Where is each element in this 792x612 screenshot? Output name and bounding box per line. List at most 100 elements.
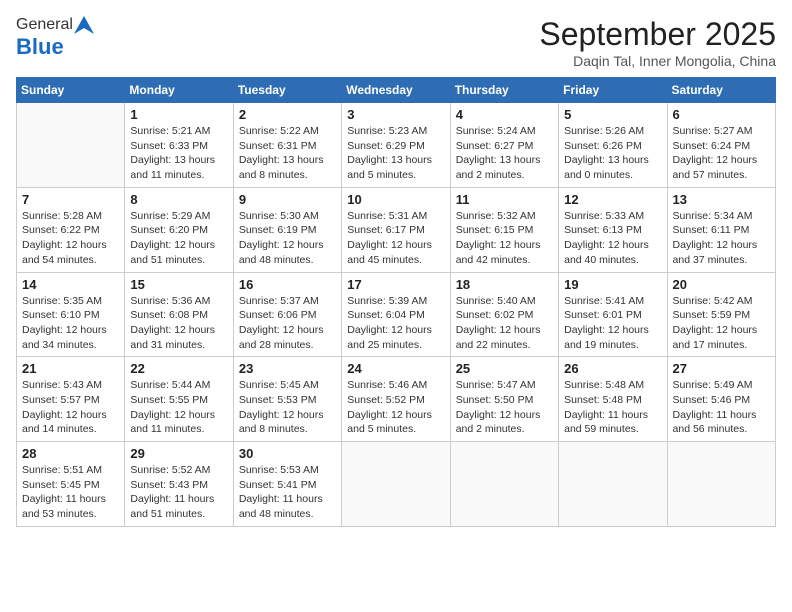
calendar-cell: 9 Sunrise: 5:30 AM Sunset: 6:19 PM Daylig… xyxy=(233,187,341,272)
calendar-cell: 18Sunrise: 5:40 AM Sunset: 6:02 PM Dayli… xyxy=(450,272,558,357)
calendar-cell: 11 Sunrise: 5:32 AM Sunset: 6:15 PM Dayli… xyxy=(450,187,558,272)
logo-blue-text: Blue xyxy=(16,34,64,60)
calendar-cell: 1 Sunrise: 5:21 AM Sunset: 6:33 PM Daylig… xyxy=(125,103,233,188)
calendar-week-row: 1 Sunrise: 5:21 AM Sunset: 6:33 PM Daylig… xyxy=(17,103,776,188)
calendar-cell xyxy=(450,442,558,527)
day-info: Sunrise: 5:22 AM Sunset: 6:31 PM Dayligh… xyxy=(239,124,336,183)
day-number: 8 xyxy=(130,192,227,207)
calendar-cell: 2 Sunrise: 5:22 AM Sunset: 6:31 PM Daylig… xyxy=(233,103,341,188)
day-info: Sunrise: 5:32 AM Sunset: 6:15 PM Dayligh… xyxy=(456,209,553,268)
day-number: 4 xyxy=(456,107,553,122)
day-info: Sunrise: 5:24 AM Sunset: 6:27 PM Dayligh… xyxy=(456,124,553,183)
calendar-cell: 27Sunrise: 5:49 AM Sunset: 5:46 PM Dayli… xyxy=(667,357,775,442)
calendar-cell: 26 Sunrise: 5:48 AM Sunset: 5:48 PM Dayli… xyxy=(559,357,667,442)
calendar-cell: 8 Sunrise: 5:29 AM Sunset: 6:20 PM Daylig… xyxy=(125,187,233,272)
calendar-cell: 23 Sunrise: 5:45 AM Sunset: 5:53 PM Dayli… xyxy=(233,357,341,442)
calendar-cell: 17Sunrise: 5:39 AM Sunset: 6:04 PM Dayli… xyxy=(342,272,450,357)
day-info: Sunrise: 5:48 AM Sunset: 5:48 PM Dayligh… xyxy=(564,378,661,437)
calendar-cell: 12 Sunrise: 5:33 AM Sunset: 6:13 PM Dayli… xyxy=(559,187,667,272)
day-info: Sunrise: 5:33 AM Sunset: 6:13 PM Dayligh… xyxy=(564,209,661,268)
day-info: Sunrise: 5:41 AM Sunset: 6:01 PM Dayligh… xyxy=(564,294,661,353)
calendar-cell: 25 Sunrise: 5:47 AM Sunset: 5:50 PM Dayli… xyxy=(450,357,558,442)
day-info: Sunrise: 5:46 AM Sunset: 5:52 PM Dayligh… xyxy=(347,378,444,437)
day-info: Sunrise: 5:21 AM Sunset: 6:33 PM Dayligh… xyxy=(130,124,227,183)
day-number: 3 xyxy=(347,107,444,122)
day-number: 26 xyxy=(564,361,661,376)
calendar-cell xyxy=(342,442,450,527)
logo-bird-icon xyxy=(74,16,94,34)
day-info: Sunrise: 5:39 AM Sunset: 6:04 PM Dayligh… xyxy=(347,294,444,353)
calendar-cell: 10Sunrise: 5:31 AM Sunset: 6:17 PM Dayli… xyxy=(342,187,450,272)
day-number: 6 xyxy=(673,107,770,122)
calendar-week-row: 14 Sunrise: 5:35 AM Sunset: 6:10 PM Dayli… xyxy=(17,272,776,357)
day-number: 23 xyxy=(239,361,336,376)
day-number: 27 xyxy=(673,361,770,376)
calendar-header-row: SundayMondayTuesdayWednesdayThursdayFrid… xyxy=(17,78,776,103)
day-info: Sunrise: 5:27 AM Sunset: 6:24 PM Dayligh… xyxy=(673,124,770,183)
day-info: Sunrise: 5:43 AM Sunset: 5:57 PM Dayligh… xyxy=(22,378,119,437)
day-number: 2 xyxy=(239,107,336,122)
calendar-cell: 3 Sunrise: 5:23 AM Sunset: 6:29 PM Daylig… xyxy=(342,103,450,188)
day-info: Sunrise: 5:35 AM Sunset: 6:10 PM Dayligh… xyxy=(22,294,119,353)
day-info: Sunrise: 5:30 AM Sunset: 6:19 PM Dayligh… xyxy=(239,209,336,268)
day-number: 15 xyxy=(130,277,227,292)
day-info: Sunrise: 5:42 AM Sunset: 5:59 PM Dayligh… xyxy=(673,294,770,353)
day-number: 14 xyxy=(22,277,119,292)
month-title: September 2025 xyxy=(539,16,776,53)
day-number: 24 xyxy=(347,361,444,376)
day-number: 29 xyxy=(130,446,227,461)
calendar-week-row: 21 Sunrise: 5:43 AM Sunset: 5:57 PM Dayli… xyxy=(17,357,776,442)
calendar-cell: 16 Sunrise: 5:37 AM Sunset: 6:06 PM Dayli… xyxy=(233,272,341,357)
calendar-cell: 6 Sunrise: 5:27 AM Sunset: 6:24 PM Daylig… xyxy=(667,103,775,188)
day-info: Sunrise: 5:34 AM Sunset: 6:11 PM Dayligh… xyxy=(673,209,770,268)
day-number: 30 xyxy=(239,446,336,461)
day-info: Sunrise: 5:36 AM Sunset: 6:08 PM Dayligh… xyxy=(130,294,227,353)
calendar-cell: 5 Sunrise: 5:26 AM Sunset: 6:26 PM Daylig… xyxy=(559,103,667,188)
calendar-cell: 24 Sunrise: 5:46 AM Sunset: 5:52 PM Dayli… xyxy=(342,357,450,442)
day-number: 11 xyxy=(456,192,553,207)
day-number: 16 xyxy=(239,277,336,292)
calendar-cell xyxy=(667,442,775,527)
day-info: Sunrise: 5:26 AM Sunset: 6:26 PM Dayligh… xyxy=(564,124,661,183)
day-number: 9 xyxy=(239,192,336,207)
day-number: 1 xyxy=(130,107,227,122)
day-info: Sunrise: 5:29 AM Sunset: 6:20 PM Dayligh… xyxy=(130,209,227,268)
day-number: 18 xyxy=(456,277,553,292)
day-number: 5 xyxy=(564,107,661,122)
location-text: Daqin Tal, Inner Mongolia, China xyxy=(539,53,776,69)
calendar-cell: 15 Sunrise: 5:36 AM Sunset: 6:08 PM Dayli… xyxy=(125,272,233,357)
day-info: Sunrise: 5:44 AM Sunset: 5:55 PM Dayligh… xyxy=(130,378,227,437)
weekday-header: Tuesday xyxy=(233,78,341,103)
day-info: Sunrise: 5:23 AM Sunset: 6:29 PM Dayligh… xyxy=(347,124,444,183)
calendar-cell: 13 Sunrise: 5:34 AM Sunset: 6:11 PM Dayli… xyxy=(667,187,775,272)
day-number: 22 xyxy=(130,361,227,376)
page-header: General Blue September 2025 Daqin Tal, I… xyxy=(16,16,776,69)
day-info: Sunrise: 5:53 AM Sunset: 5:41 PM Dayligh… xyxy=(239,463,336,522)
logo: General Blue xyxy=(16,16,94,60)
day-info: Sunrise: 5:47 AM Sunset: 5:50 PM Dayligh… xyxy=(456,378,553,437)
weekday-header: Friday xyxy=(559,78,667,103)
weekday-header: Sunday xyxy=(17,78,125,103)
calendar-week-row: 7 Sunrise: 5:28 AM Sunset: 6:22 PM Daylig… xyxy=(17,187,776,272)
calendar-cell xyxy=(17,103,125,188)
weekday-header: Wednesday xyxy=(342,78,450,103)
day-number: 21 xyxy=(22,361,119,376)
day-number: 13 xyxy=(673,192,770,207)
day-info: Sunrise: 5:28 AM Sunset: 6:22 PM Dayligh… xyxy=(22,209,119,268)
calendar-cell: 4 Sunrise: 5:24 AM Sunset: 6:27 PM Daylig… xyxy=(450,103,558,188)
calendar-cell: 29Sunrise: 5:52 AM Sunset: 5:43 PM Dayli… xyxy=(125,442,233,527)
day-info: Sunrise: 5:45 AM Sunset: 5:53 PM Dayligh… xyxy=(239,378,336,437)
day-number: 12 xyxy=(564,192,661,207)
day-number: 25 xyxy=(456,361,553,376)
day-number: 19 xyxy=(564,277,661,292)
day-number: 7 xyxy=(22,192,119,207)
day-info: Sunrise: 5:31 AM Sunset: 6:17 PM Dayligh… xyxy=(347,209,444,268)
calendar-cell: 22 Sunrise: 5:44 AM Sunset: 5:55 PM Dayli… xyxy=(125,357,233,442)
day-info: Sunrise: 5:51 AM Sunset: 5:45 PM Dayligh… xyxy=(22,463,119,522)
day-info: Sunrise: 5:37 AM Sunset: 6:06 PM Dayligh… xyxy=(239,294,336,353)
logo-general-text: General xyxy=(16,16,73,34)
calendar-cell: 7 Sunrise: 5:28 AM Sunset: 6:22 PM Daylig… xyxy=(17,187,125,272)
calendar-table: SundayMondayTuesdayWednesdayThursdayFrid… xyxy=(16,77,776,527)
day-number: 28 xyxy=(22,446,119,461)
calendar-cell: 20Sunrise: 5:42 AM Sunset: 5:59 PM Dayli… xyxy=(667,272,775,357)
